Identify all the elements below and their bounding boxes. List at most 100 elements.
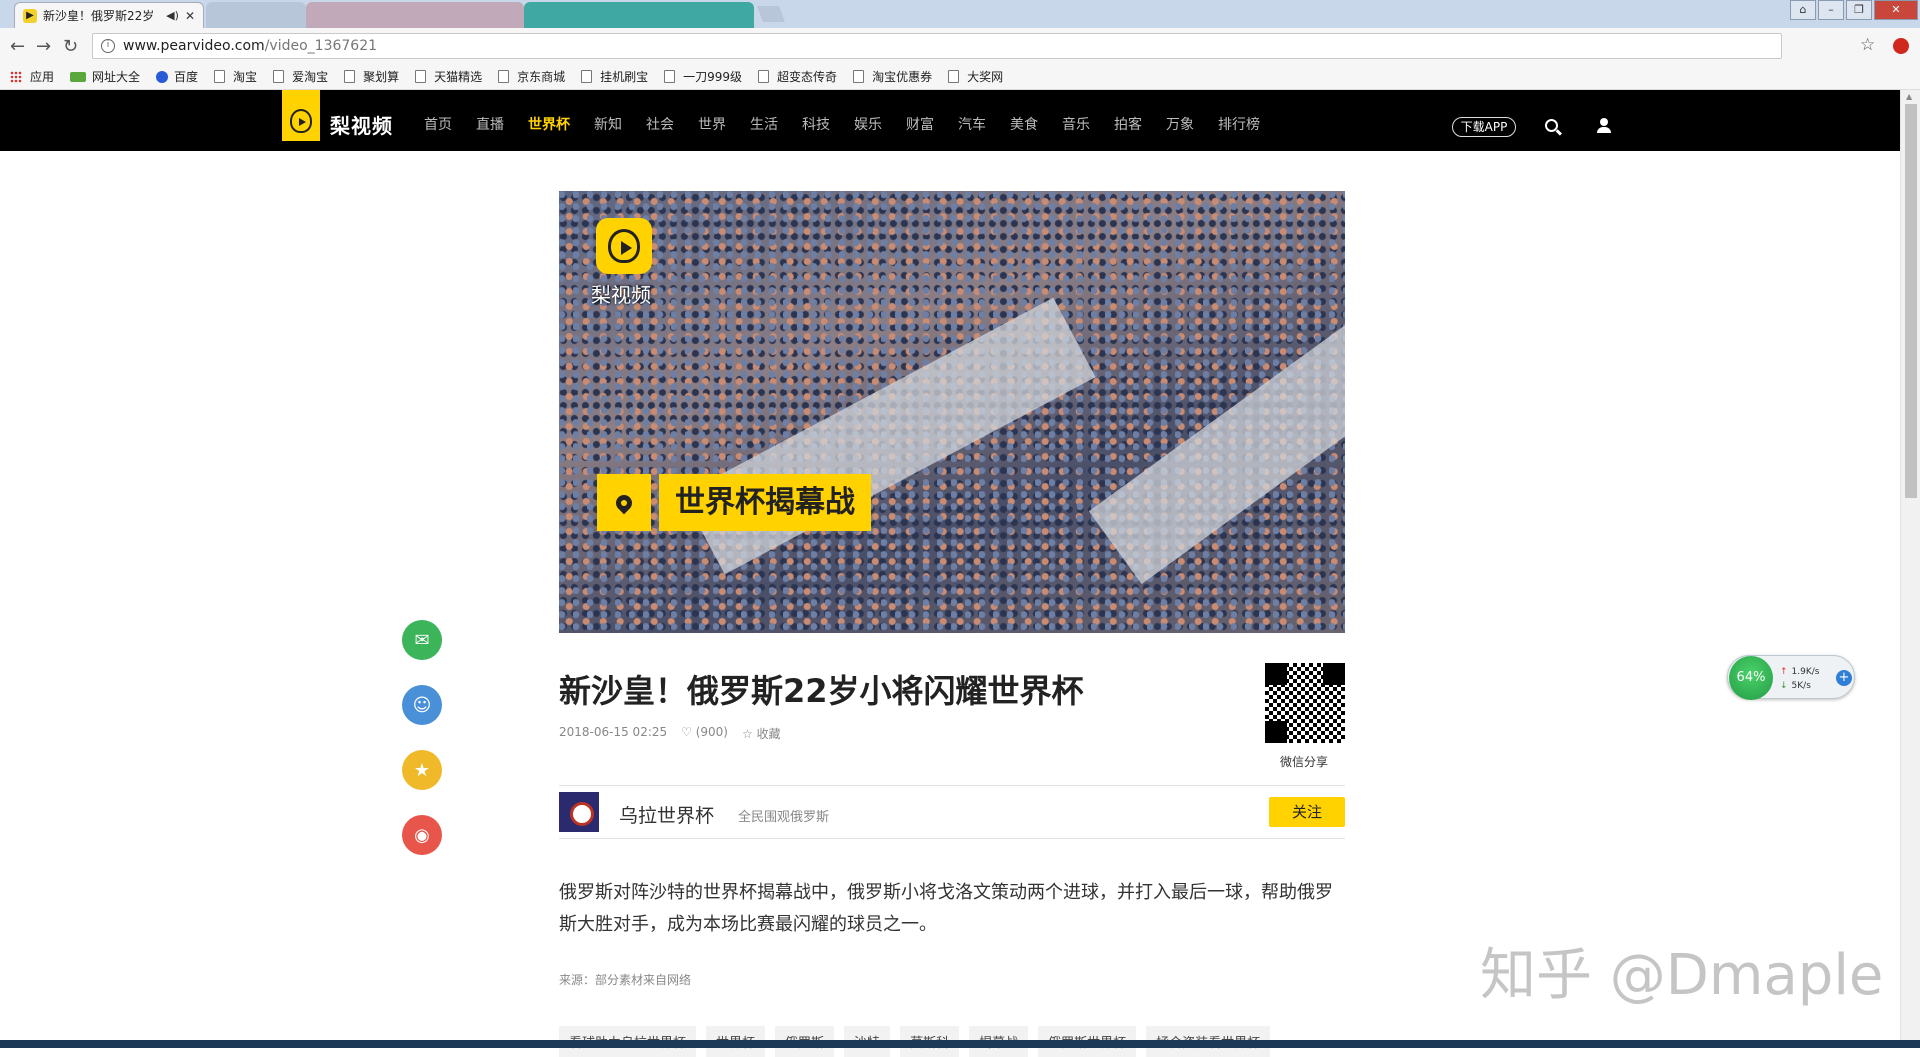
author-avatar[interactable] [559,792,599,832]
page-icon [344,70,356,83]
nav-item-home[interactable]: 首页 [424,114,452,134]
network-speed-widget[interactable]: 64% ↑ 1.9K/s ↓ 5K/s + [1727,655,1855,700]
weibo-icon: ◉ [414,824,430,846]
bookmark-apps[interactable]: 应用 [10,68,54,85]
nav-item[interactable]: 科技 [802,114,830,134]
minimize-button[interactable]: – [1818,0,1844,20]
bookmarks-bar: 应用 网址大全 百度 淘宝 爱淘宝 聚划算 天猫精选 京东商城 挂机刷宝 一刀9… [0,64,1920,90]
nav-item[interactable]: 拍客 [1114,114,1142,134]
video-frame-detail [1088,287,1345,585]
nav-item[interactable]: 汽车 [958,114,986,134]
back-arrow-icon[interactable]: ← [10,36,25,57]
video-logo-text: 梨视频 [591,283,651,307]
bookmark-item[interactable]: 一刀999级 [664,68,742,85]
tab-4[interactable] [524,2,754,28]
bookmark-item[interactable]: 挂机刷宝 [581,68,648,85]
audio-icon[interactable]: ◀) [166,9,179,22]
bookmark-item[interactable]: 淘宝优惠券 [853,68,932,85]
tab-active[interactable]: ▶ 新沙皇！俄罗斯22岁 ◀) ✕ [14,2,204,28]
nav-item[interactable]: 生活 [750,114,778,134]
site-logo[interactable] [282,90,320,141]
search-icon[interactable] [1545,119,1558,132]
qq-icon: ☺ [412,694,432,716]
net-rates: ↑ 1.9K/s ↓ 5K/s [1780,665,1819,693]
new-tab-button[interactable] [757,6,785,22]
nav-item-ranking[interactable]: 排行榜 [1218,114,1260,134]
close-tab-icon[interactable]: ✕ [185,9,195,23]
video-logo [596,218,652,274]
qzone-share-button[interactable]: ★ [402,750,442,790]
nav-item[interactable]: 世界 [698,114,726,134]
restore-button[interactable]: ❐ [1846,0,1872,20]
bookmark-baidu[interactable]: 百度 [156,68,198,85]
article-source: 来源：部分素材来自网络 [559,973,692,987]
nav-item-live[interactable]: 直播 [476,114,504,134]
tab-2[interactable] [206,2,306,28]
info-icon[interactable]: i [101,39,115,53]
bookmark-item[interactable]: 聚划算 [344,68,399,85]
page-scrollbar[interactable]: ▲ [1900,90,1920,1040]
publish-date: 2018-06-15 02:25 [559,725,668,739]
follow-button[interactable]: 关注 [1269,797,1345,827]
close-window-button[interactable]: ✕ [1874,0,1918,20]
watermark: 知乎 @Dmaple [1480,943,1884,1008]
address-bar[interactable]: i www.pearvideo.com/video_1367621 [92,33,1782,59]
plus-icon[interactable]: + [1836,670,1852,686]
nav-item[interactable]: 万象 [1166,114,1194,134]
page-icon [581,70,593,83]
extension-icon[interactable] [1893,38,1909,54]
nav-item[interactable]: 音乐 [1062,114,1090,134]
heart-icon: ♡ [681,725,696,739]
nav-item[interactable]: 美食 [1010,114,1038,134]
like-button[interactable]: ♡ (900) [681,725,728,742]
article-summary: 俄罗斯对阵沙特的世界杯揭幕战中，俄罗斯小将戈洛文策动两个进球，并打入最后一球，帮… [559,882,1333,935]
nav-item[interactable]: 社会 [646,114,674,134]
nav-item[interactable]: 新知 [594,114,622,134]
page-icon [853,70,865,83]
url-host: www.pearvideo.com [123,38,265,54]
qq-share-button[interactable]: ☺ [402,685,442,725]
nav-item-worldcup[interactable]: 世界杯 [528,114,570,134]
tab-strip: ▶ 新沙皇！俄罗斯22岁 ◀) ✕ ⌂ – ❐ ✕ [0,0,1920,28]
pear-favicon-icon: ▶ [23,8,37,23]
download-app-button[interactable]: 下载APP [1452,117,1516,137]
download-arrow-icon: ↓ [1780,681,1788,691]
bookmark-item[interactable]: 爱淘宝 [273,68,328,85]
upload-rate: 1.9K/s [1791,667,1820,677]
download-rate: 5K/s [1791,681,1811,691]
bookmark-item[interactable]: 淘宝 [214,68,257,85]
article-meta: 2018-06-15 02:25 ♡ (900) ☆ 收藏 [559,725,781,742]
favorite-button[interactable]: ☆ 收藏 [742,725,781,742]
nav-item[interactable]: 财富 [906,114,934,134]
bookmark-item[interactable]: 超变态传奇 [758,68,837,85]
page-icon [415,70,427,83]
weibo-share-button[interactable]: ◉ [402,815,442,855]
video-overlay-title: 世界杯揭幕战 [659,474,871,531]
bookmark-item[interactable]: 京东商城 [498,68,565,85]
nav-item[interactable]: 娱乐 [854,114,882,134]
video-player[interactable]: 梨视频 世界杯揭幕战 [559,191,1345,633]
scrollbar-thumb[interactable] [1905,104,1917,498]
location-pin-icon [597,474,651,531]
apps-grid-icon [10,70,22,83]
bookmark-item[interactable]: 天猫精选 [415,68,482,85]
page-icon [758,70,770,83]
forward-arrow-icon[interactable]: → [36,36,51,57]
scroll-up-arrow-icon[interactable]: ▲ [1906,92,1912,101]
reload-icon[interactable]: ↻ [63,36,78,57]
page-icon [498,70,510,83]
video-frame-detail [682,297,1096,575]
bookmark-star-icon[interactable]: ☆ [1860,35,1875,55]
site-logo-text[interactable]: 梨视频 [330,110,393,139]
bookmark-hao[interactable]: 网址大全 [70,68,140,85]
user-icon[interactable] [1597,118,1611,134]
wechat-share-button[interactable]: ✉ [402,620,442,660]
page-icon [214,70,226,83]
user-icon[interactable]: ⌂ [1790,0,1816,20]
article-title: 新沙皇！俄罗斯22岁小将闪耀世界杯 [559,672,1084,710]
bookmark-item[interactable]: 大奖网 [948,68,1003,85]
tab-title: 新沙皇！俄罗斯22岁 [43,9,155,23]
baidu-paw-icon [156,70,169,83]
tab-3[interactable] [306,2,524,28]
author-name[interactable]: 乌拉世界杯 [619,801,714,828]
